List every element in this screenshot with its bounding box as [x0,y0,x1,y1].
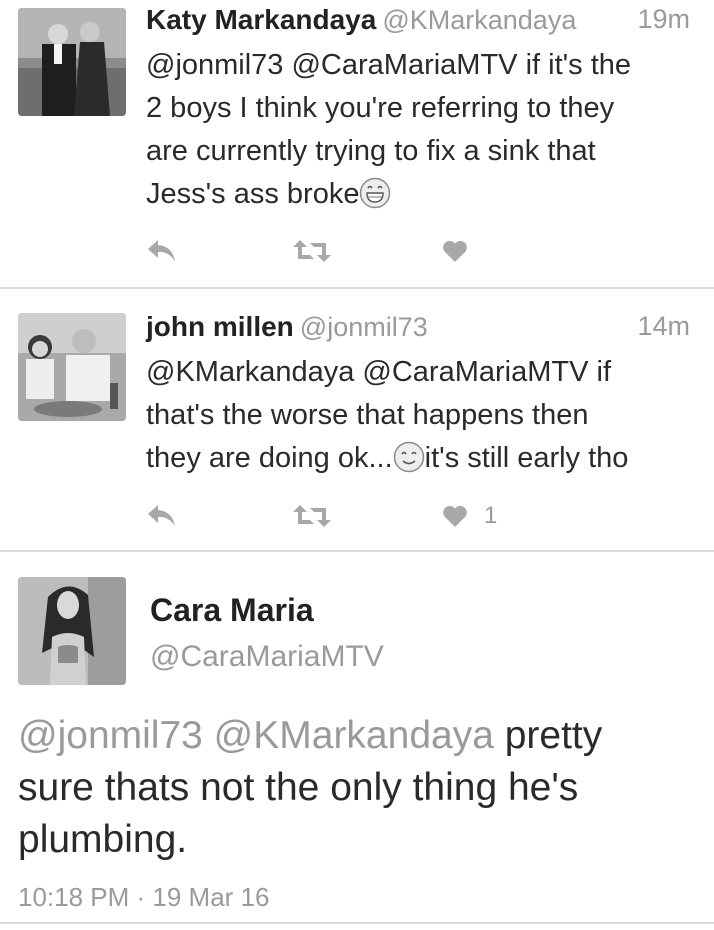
tweet-actions: 1 [146,501,546,531]
tweet-time: 19m [637,4,690,34]
tweet-time: 14m [637,311,690,341]
tweet-text-line: plumbing. [18,818,188,861]
like-button[interactable]: 1 [442,501,497,531]
user-handle[interactable]: @jonmil73 [300,312,428,342]
tweet-text: @jonmil73 @KMarkandaya pretty sure thats… [18,710,698,866]
heart-icon [443,505,467,527]
main-tweet: Cara Maria @CaraMariaMTV @jonmil73 @KMar… [0,552,714,930]
tweet-text-line: Jess's ass broke [146,178,360,210]
tweet-text-line: that's the worse that happens then [146,399,589,431]
tweet-text-line: are currently trying to fix a sink that [146,135,596,167]
user-handle[interactable]: @CaraMariaMTV [150,640,384,674]
tweet-text: @jonmil73 @CaraMariaMTV if it's the 2 bo… [146,44,694,216]
tweet-text-line: @jonmil73 @CaraMariaMTV if it's the [146,49,632,81]
woman-portrait-avatar [18,577,126,685]
tweet-text-line: pretty [493,714,603,757]
tweet-text-line: 2 boys I think you're referring to they [146,92,615,124]
tweet-text-line: sure thats not the only thing he's [18,766,579,809]
like-count: 1 [484,502,498,529]
retweet-icon [293,240,331,262]
reply-button[interactable] [146,236,178,266]
retweet-button[interactable] [292,236,332,266]
retweet-button[interactable] [292,501,332,531]
retweet-icon [293,505,331,527]
user-avatar[interactable] [18,577,126,685]
heart-icon [443,240,467,262]
tweet-item[interactable]: john millen @jonmil73 14m @KMarkandaya @C… [0,289,714,550]
tweet-item[interactable]: Katy Markandaya @KMarkandaya 19m @jonmil7… [0,0,714,287]
user-handle[interactable]: @KMarkandaya [382,5,576,35]
user-avatar[interactable] [18,8,126,116]
tweet-timestamp: 10:18 PM · 19 Mar 16 [18,882,270,912]
tweet-mentions[interactable]: @jonmil73 @KMarkandaya [18,714,494,757]
couple-photo-avatar [18,8,126,116]
grinning-emoji-icon [359,177,391,209]
smiling-emoji-icon [393,441,425,473]
tweet-text: @KMarkandaya @CaraMariaMTV if that's the… [146,351,694,480]
reply-icon [148,240,175,261]
tweet-actions [146,236,546,266]
tweet-text-line: they are doing ok... [146,442,393,474]
user-name[interactable]: Cara Maria [150,592,314,629]
user-name[interactable]: Katy Markandaya [146,4,376,35]
tweet-text-line: it's still early tho [424,442,629,474]
tweet-text-line: @KMarkandaya @CaraMariaMTV if [146,356,612,388]
couple-dinner-avatar [18,313,126,421]
like-button[interactable] [442,236,468,266]
reply-icon [148,505,175,526]
user-avatar[interactable] [18,313,126,421]
reply-button[interactable] [146,501,178,531]
divider [0,922,714,924]
user-name[interactable]: john millen [146,311,294,342]
